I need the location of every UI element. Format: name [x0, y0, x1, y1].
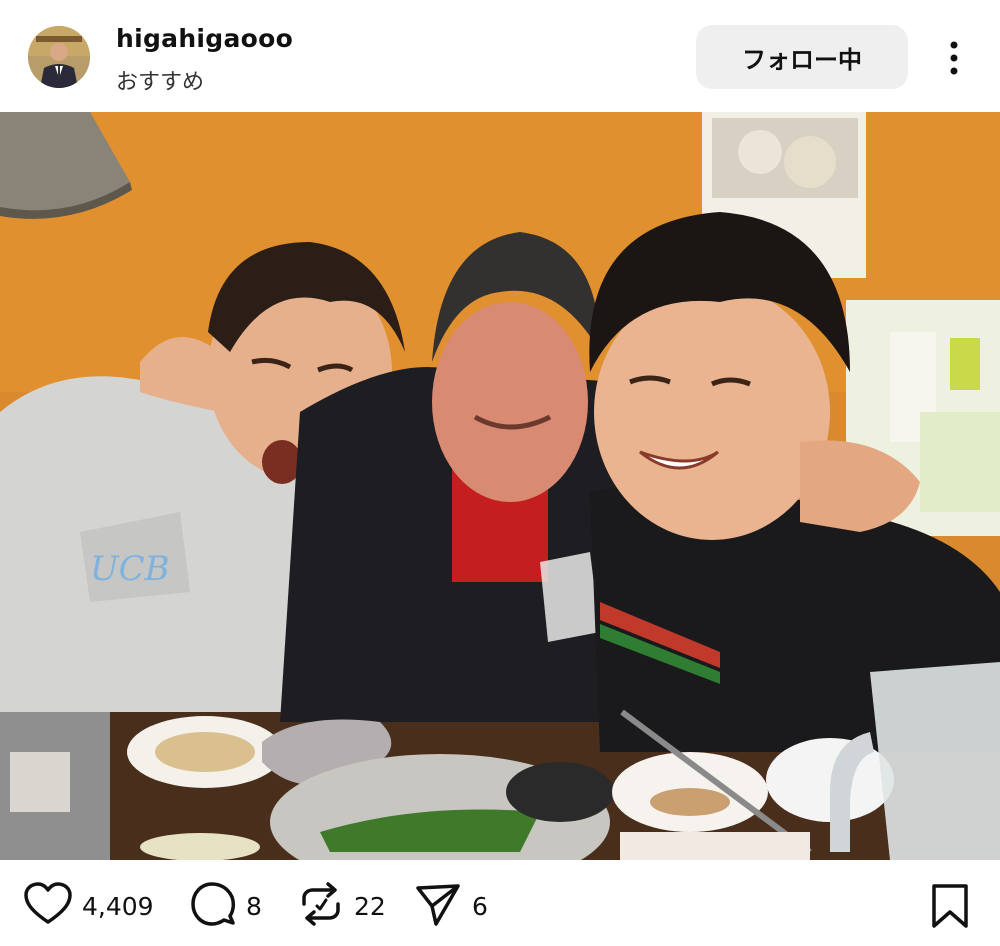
like-count: 4,409: [82, 891, 154, 921]
more-options-icon[interactable]: [938, 36, 970, 80]
post-header: higahigaooo おすすめ フォロー中: [0, 0, 1000, 112]
like-button[interactable]: 4,409: [24, 882, 154, 930]
avatar[interactable]: [28, 26, 90, 88]
share-icon: [414, 882, 462, 930]
comment-button[interactable]: 8: [190, 882, 262, 930]
share-button[interactable]: 6: [414, 884, 488, 928]
share-count: 6: [472, 891, 488, 921]
action-bar: 4,409 8 22 6: [0, 860, 1000, 946]
repost-button[interactable]: 22: [298, 882, 386, 930]
bookmark-icon[interactable]: [928, 884, 972, 928]
svg-text:UCB: UCB: [90, 549, 170, 589]
heart-icon: [24, 882, 72, 930]
following-button[interactable]: フォロー中: [696, 25, 908, 89]
comment-icon: [190, 882, 236, 930]
comment-count: 8: [246, 891, 262, 921]
repost-icon: [298, 882, 344, 930]
username[interactable]: higahigaooo: [116, 24, 293, 53]
post-photo[interactable]: UCB: [0, 112, 1000, 860]
repost-count: 22: [354, 891, 386, 921]
suggested-label: おすすめ: [116, 70, 205, 95]
